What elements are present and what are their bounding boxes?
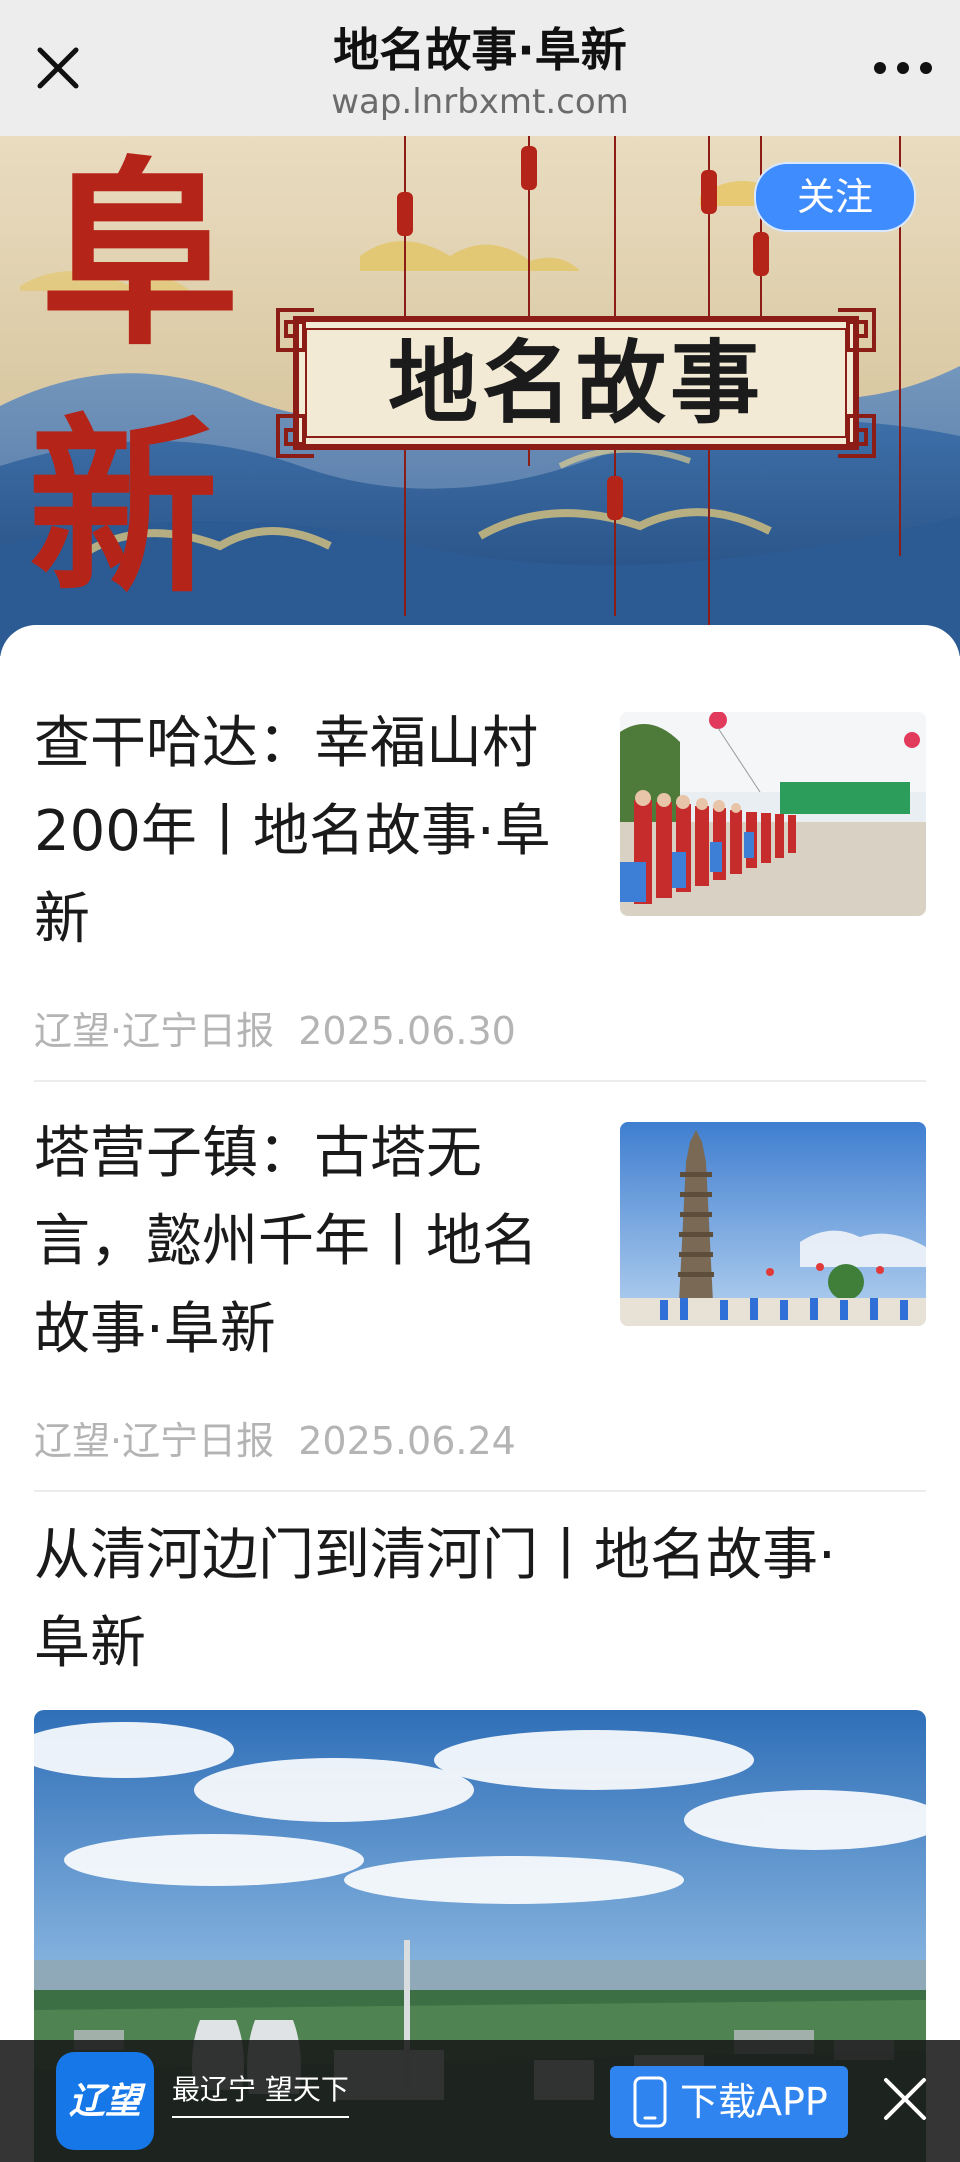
page-url: wap.lnrbxmt.com (331, 82, 629, 122)
banner-char-xin: 新 (28, 396, 219, 619)
app-slogan: 最辽宁 望天下 (172, 2070, 349, 2118)
article-thumbnail (620, 1122, 926, 1326)
app-logo[interactable]: 辽望 (56, 2052, 154, 2150)
download-app-button[interactable]: 下载APP (610, 2066, 848, 2138)
list-item[interactable]: 塔营子镇：古塔无 言，懿州千年丨地名 故事·阜新 辽望·辽宁日报 2025.06… (34, 1110, 926, 1463)
article-meta: 辽望·辽宁日报 2025.06.24 (34, 1419, 516, 1463)
article-thumbnail (620, 712, 926, 916)
banner-title-frame: 地名故事 (296, 319, 856, 447)
banner-char-fu: 阜 (40, 138, 241, 373)
article-meta: 辽望·辽宁日报 2025.06.30 (34, 1009, 516, 1053)
list-divider (34, 1080, 926, 1082)
list-divider (34, 1490, 926, 1492)
article-title: 查干哈达：幸福山村 200年丨地名故事·阜 新 (34, 711, 551, 952)
page-title: 地名故事·阜新 (333, 23, 627, 77)
topic-banner: 地名故事 阜 新 关注 (0, 136, 960, 656)
follow-button[interactable]: 关注 (754, 162, 916, 232)
list-item[interactable]: 从清河边门到清河门丨地名故事· 阜新 (34, 1512, 926, 1702)
close-icon[interactable] (876, 2070, 934, 2128)
download-app-label: 下载APP (680, 2080, 828, 2124)
article-title: 塔营子镇：古塔无 言，懿州千年丨地名 故事·阜新 (34, 1121, 538, 1362)
list-item[interactable]: 查干哈达：幸福山村 200年丨地名故事·阜 新 辽望·辽宁日报 2025.06.… (34, 700, 926, 1070)
top-navbar: 地名故事·阜新 wap.lnrbxmt.com (0, 0, 960, 136)
app-logo-text: 辽望 (68, 2080, 141, 2122)
phone-icon (633, 2076, 667, 2128)
app-download-bar: 辽望 最辽宁 望天下 下载APP (0, 2040, 960, 2162)
more-icon[interactable] (868, 44, 938, 92)
banner-title: 地名故事 (388, 330, 764, 436)
article-title: 从清河边门到清河门丨地名故事· 阜新 (34, 1523, 836, 1676)
